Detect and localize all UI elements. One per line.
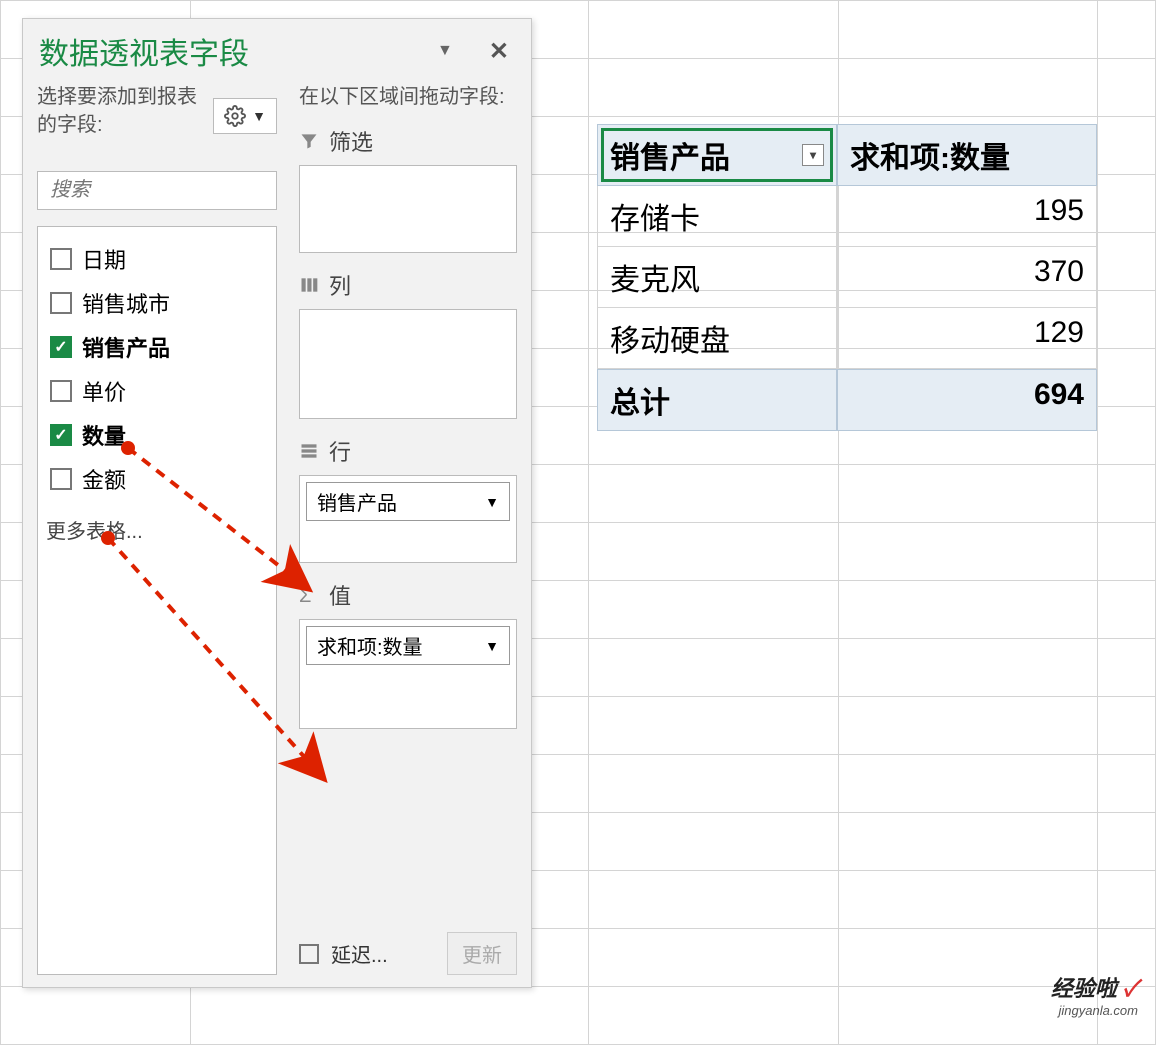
caret-down-icon: ▼ — [485, 494, 499, 510]
checkbox-checked-icon[interactable]: ✓ — [50, 424, 72, 446]
field-item-date[interactable]: 日期 — [46, 237, 268, 281]
zone-title: 列 — [329, 269, 351, 301]
field-label: 单价 — [82, 375, 126, 407]
field-label: 金额 — [82, 463, 126, 495]
sigma-icon: Σ — [299, 585, 319, 605]
chip-label: 销售产品 — [317, 487, 397, 516]
filter-drop-area[interactable] — [299, 165, 517, 253]
pivot-cell[interactable]: 129 — [837, 308, 1097, 369]
field-item-price[interactable]: 单价 — [46, 369, 268, 413]
checkbox-icon[interactable] — [50, 468, 72, 490]
pane-options-dropdown-icon[interactable]: ▼ — [437, 42, 453, 60]
field-label: 销售产品 — [82, 331, 170, 363]
defer-label: 延迟... — [331, 939, 388, 968]
gear-icon — [224, 105, 246, 127]
defer-checkbox[interactable] — [299, 944, 319, 964]
field-list: 日期 销售城市 ✓ 销售产品 单价 ✓ 数量 — [37, 226, 277, 975]
filter-dropdown-icon[interactable]: ▾ — [802, 144, 824, 166]
rows-icon — [299, 441, 319, 461]
pivot-cell[interactable]: 存储卡 — [597, 186, 837, 247]
caret-down-icon: ▼ — [485, 638, 499, 654]
search-input[interactable] — [48, 178, 320, 203]
pivot-row: 存储卡 195 — [597, 186, 1097, 247]
more-tables-link[interactable]: 更多表格... — [46, 515, 268, 544]
pivot-cell[interactable]: 370 — [837, 247, 1097, 308]
update-button[interactable]: 更新 — [447, 932, 517, 975]
fields-settings-button[interactable]: ▼ — [213, 98, 277, 134]
choose-fields-label: 选择要添加到报表的字段: — [37, 83, 203, 139]
pivot-header-value[interactable]: 求和项:数量 — [837, 124, 1097, 186]
checkbox-icon[interactable] — [50, 248, 72, 270]
pivot-cell[interactable]: 麦克风 — [597, 247, 837, 308]
watermark: 经验啦 ✓ jingyanla.com — [1051, 971, 1138, 1018]
values-zone: Σ 值 求和项:数量 ▼ — [299, 579, 517, 729]
zone-title: 行 — [329, 435, 351, 467]
field-item-qty[interactable]: ✓ 数量 — [46, 413, 268, 457]
pivot-cell[interactable]: 694 — [837, 369, 1097, 431]
field-item-amount[interactable]: 金额 — [46, 457, 268, 501]
zone-title: 筛选 — [329, 125, 373, 157]
watermark-text: 经验啦 — [1051, 976, 1117, 1001]
pivot-cell[interactable]: 移动硬盘 — [597, 308, 837, 369]
pane-title: 数据透视表字段 — [39, 29, 437, 73]
rows-zone: 行 销售产品 ▼ — [299, 435, 517, 563]
zone-title: 值 — [329, 579, 351, 611]
columns-drop-area[interactable] — [299, 309, 517, 419]
field-label: 销售城市 — [82, 287, 170, 319]
pivot-result-table: 销售产品 ▾ 求和项:数量 存储卡 195 麦克风 370 移动硬盘 129 总… — [597, 124, 1097, 431]
values-chip-sumqty[interactable]: 求和项:数量 ▼ — [306, 626, 510, 665]
checkbox-checked-icon[interactable]: ✓ — [50, 336, 72, 358]
field-item-city[interactable]: 销售城市 — [46, 281, 268, 325]
close-icon[interactable]: ✕ — [483, 37, 515, 66]
pivot-row: 麦克风 370 — [597, 247, 1097, 308]
pivot-cell[interactable]: 总计 — [597, 369, 837, 431]
watermark-url: jingyanla.com — [1051, 1003, 1138, 1018]
pivot-col2-header: 求和项:数量 — [850, 133, 1010, 177]
check-icon: ✓ — [1123, 976, 1138, 1001]
pivot-header-rowlabel[interactable]: 销售产品 ▾ — [597, 124, 837, 186]
drag-areas-label: 在以下区域间拖动字段: — [299, 83, 517, 111]
field-label: 数量 — [82, 419, 126, 451]
filter-icon — [299, 131, 319, 151]
pivot-fields-pane: 数据透视表字段 ▼ ✕ 选择要添加到报表的字段: ▼ 日期 — [22, 18, 532, 988]
field-item-product[interactable]: ✓ 销售产品 — [46, 325, 268, 369]
rows-chip-product[interactable]: 销售产品 ▼ — [306, 482, 510, 521]
pivot-total-row: 总计 694 — [597, 369, 1097, 431]
columns-icon — [299, 275, 319, 295]
rows-drop-area[interactable]: 销售产品 ▼ — [299, 475, 517, 563]
pivot-row: 移动硬盘 129 — [597, 308, 1097, 369]
pivot-col1-header: 销售产品 — [610, 133, 730, 177]
checkbox-icon[interactable] — [50, 292, 72, 314]
caret-down-icon: ▼ — [252, 108, 266, 124]
checkbox-icon[interactable] — [50, 380, 72, 402]
filter-zone: 筛选 — [299, 125, 517, 253]
values-drop-area[interactable]: 求和项:数量 ▼ — [299, 619, 517, 729]
chip-label: 求和项:数量 — [317, 631, 423, 660]
pivot-cell[interactable]: 195 — [837, 186, 1097, 247]
columns-zone: 列 — [299, 269, 517, 419]
field-label: 日期 — [82, 243, 126, 275]
search-input-wrap[interactable] — [37, 171, 277, 210]
